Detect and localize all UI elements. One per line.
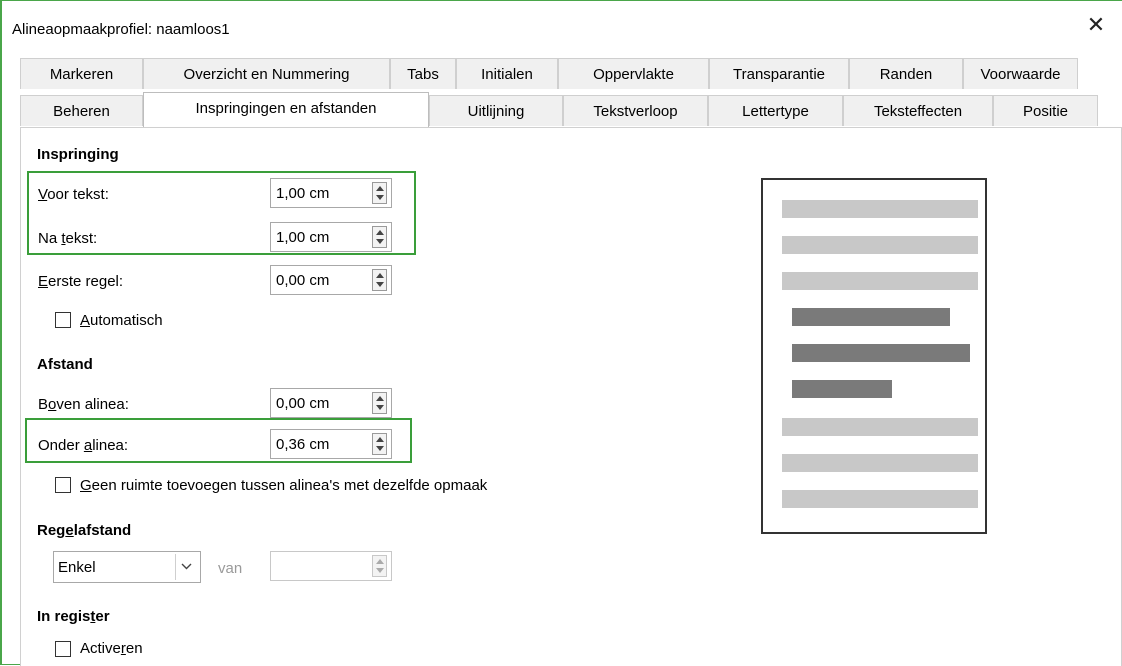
tab-row-2: Beheren Inspringingen en afstanden Uitli… [20,92,1098,127]
before-text-label-rest: oor tekst: [47,186,109,203]
tab-bar: Markeren Overzicht en Nummering Tabs Ini… [20,58,1120,128]
spin-up-icon [376,437,384,442]
preview-line-after [782,418,978,436]
spin-down-icon [376,568,384,573]
spin-down-icon [376,195,384,200]
title-bar: Alineaopmaakprofiel: naamloos1 ✕ [2,1,1122,49]
automatic-checkbox[interactable] [55,312,71,328]
tab-oppervlakte[interactable]: Oppervlakte [558,58,709,89]
tab-beheren[interactable]: Beheren [20,95,143,126]
spin-down-icon [376,239,384,244]
activate-checkbox[interactable] [55,641,71,657]
no-space-checkbox[interactable] [55,477,71,493]
tab-uitlijning[interactable]: Uitlijning [429,95,563,126]
above-paragraph-spinbox[interactable]: 0,00 cm [270,388,392,418]
spin-down-icon [376,282,384,287]
above-paragraph-spin-buttons[interactable] [372,392,387,414]
line-spacing-value: Enkel [58,559,96,576]
preview-line-current [792,380,892,398]
line-spacing-dropdown[interactable]: Enkel [53,551,201,583]
close-icon[interactable]: ✕ [1084,13,1108,37]
section-register-heading: In register [37,608,110,625]
first-line-value: 0,00 cm [276,272,330,289]
section-spacing-heading: Afstand [37,356,93,373]
spin-up-icon [376,186,384,191]
spin-up-icon [376,396,384,401]
of-label: van [218,560,243,577]
first-line-spinbox[interactable]: 0,00 cm [270,265,392,295]
preview-line-current [792,308,950,326]
before-text-spinbox[interactable]: 1,00 cm [270,178,392,208]
after-text-spin-buttons[interactable] [372,226,387,248]
after-text-label: Na tekst: [38,230,98,247]
tab-teksteffecten[interactable]: Teksteffecten [843,95,993,126]
tab-transparantie[interactable]: Transparantie [709,58,849,89]
after-text-value: 1,00 cm [276,229,330,246]
spin-down-icon [376,446,384,451]
preview-line-after [782,490,978,508]
after-text-spinbox[interactable]: 1,00 cm [270,222,392,252]
tab-lettertype[interactable]: Lettertype [708,95,843,126]
below-paragraph-spin-buttons[interactable] [372,433,387,455]
preview-line-before [782,200,978,218]
below-paragraph-value: 0,36 cm [276,436,330,453]
tab-tabs[interactable]: Tabs [390,58,456,89]
tab-inspringingen-afstanden[interactable]: Inspringingen en afstanden [143,92,429,127]
spin-up-icon [376,559,384,564]
tab-tekstverloop[interactable]: Tekstverloop [563,95,708,126]
preview-line-after [782,454,978,472]
above-paragraph-value: 0,00 cm [276,395,330,412]
preview-line-before [782,272,978,290]
before-text-spin-buttons[interactable] [372,182,387,204]
activate-label[interactable]: Activeren [80,640,143,657]
tab-positie[interactable]: Positie [993,95,1098,126]
tab-initialen[interactable]: Initialen [456,58,558,89]
first-line-spin-buttons[interactable] [372,269,387,291]
chevron-down-icon[interactable] [175,554,198,580]
spin-down-icon [376,405,384,410]
above-paragraph-label: Boven alinea: [38,396,129,413]
spin-up-icon [376,230,384,235]
no-space-label[interactable]: Geen ruimte toevoegen tussen alinea's me… [80,477,487,494]
first-line-label: Eerste regel: [38,273,124,290]
tab-row-1: Markeren Overzicht en Nummering Tabs Ini… [20,58,1078,90]
tab-randen[interactable]: Randen [849,58,963,89]
preview-line-before [782,236,978,254]
line-spacing-of-spinbox[interactable] [270,551,392,581]
tab-overzicht-nummering[interactable]: Overzicht en Nummering [143,58,390,89]
before-text-value: 1,00 cm [276,185,330,202]
below-paragraph-label: Onder alinea: [38,437,129,454]
below-paragraph-spinbox[interactable]: 0,36 cm [270,429,392,459]
before-text-label: Voor tekst: [38,186,109,203]
section-line-spacing-heading: Regelafstand [37,522,132,539]
section-indent-heading: Inspringing [37,146,119,163]
preview-line-current [792,344,970,362]
dialog-title: Alineaopmaakprofiel: naamloos1 [12,21,230,38]
paragraph-preview [761,178,987,534]
automatic-label[interactable]: Automatisch [80,312,163,329]
line-spacing-of-spin-buttons[interactable] [372,555,387,577]
tab-voorwaarde[interactable]: Voorwaarde [963,58,1078,89]
tab-markeren[interactable]: Markeren [20,58,143,89]
spin-up-icon [376,273,384,278]
